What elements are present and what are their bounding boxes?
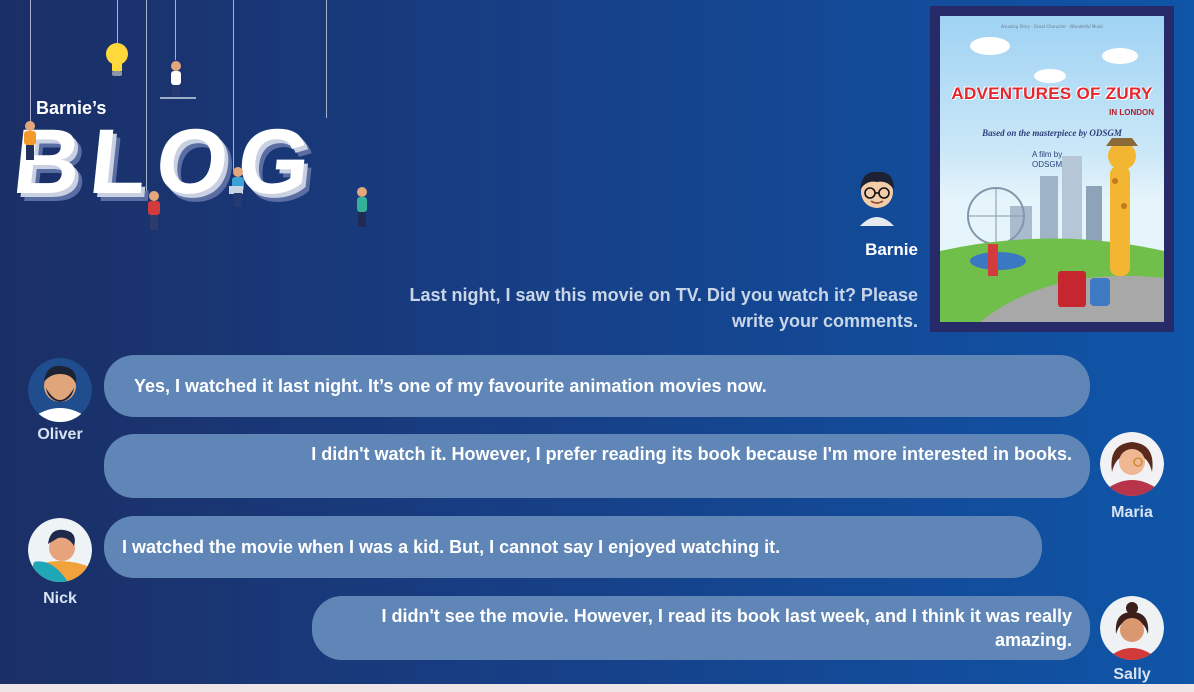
barnie-message: Last night, I saw this movie on TV. Did … <box>409 285 918 331</box>
maria-comment-bubble: I didn't watch it. However, I prefer rea… <box>104 434 1090 498</box>
maria-comment-text: I didn't watch it. However, I prefer rea… <box>311 444 1072 464</box>
nick-comment-bubble: I watched the movie when I was a kid. Bu… <box>104 516 1042 578</box>
oliver-comment-bubble: Yes, I watched it last night. It’s one o… <box>104 355 1090 417</box>
bottom-strip <box>0 684 1194 692</box>
poster-by-line1: A film by <box>1032 150 1063 159</box>
standing-person-icon <box>357 187 367 227</box>
poster-tagline: Amazing Story · Great Character · Wonder… <box>1000 24 1104 29</box>
barnie-name: Barnie <box>865 240 918 259</box>
poster-by: A film by ODSGM <box>1032 150 1062 170</box>
poster-subtitle: IN LONDON <box>1109 108 1154 117</box>
poster-by-line2: ODSGM <box>1032 160 1063 169</box>
oliver-comment-text: Yes, I watched it last night. It’s one o… <box>134 376 767 396</box>
barnie-avatar <box>860 171 894 226</box>
hanging-string <box>175 0 176 60</box>
sally-comment-text: I didn't see the movie. However, I read … <box>381 606 1072 650</box>
maria-avatar <box>1100 432 1164 496</box>
lightbulb-icon <box>106 43 128 76</box>
nick-name: Nick <box>43 590 77 607</box>
sitting-person-laptop-icon <box>229 167 244 207</box>
movie-poster: Amazing Story · Great Character · Wonder… <box>930 6 1174 332</box>
poster-credit: Based on the masterpiece by ODSGM <box>982 128 1122 138</box>
hanging-string <box>326 0 327 118</box>
hanging-person-icon <box>148 191 160 230</box>
poster-title: ADVENTURES OF ZURY <box>951 84 1153 103</box>
maria-name: Maria <box>1111 504 1153 521</box>
nick-avatar <box>28 518 92 582</box>
hanging-person-icon <box>160 61 196 99</box>
nick-comment-text: I watched the movie when I was a kid. Bu… <box>122 537 781 557</box>
hanging-string <box>30 0 31 125</box>
sally-name: Sally <box>1113 666 1151 683</box>
sally-avatar <box>1100 596 1164 660</box>
sally-comment-bubble: I didn't see the movie. However, I read … <box>312 596 1090 660</box>
oliver-avatar <box>28 358 92 422</box>
climbing-person-icon <box>24 121 36 160</box>
oliver-name: Oliver <box>37 426 83 443</box>
